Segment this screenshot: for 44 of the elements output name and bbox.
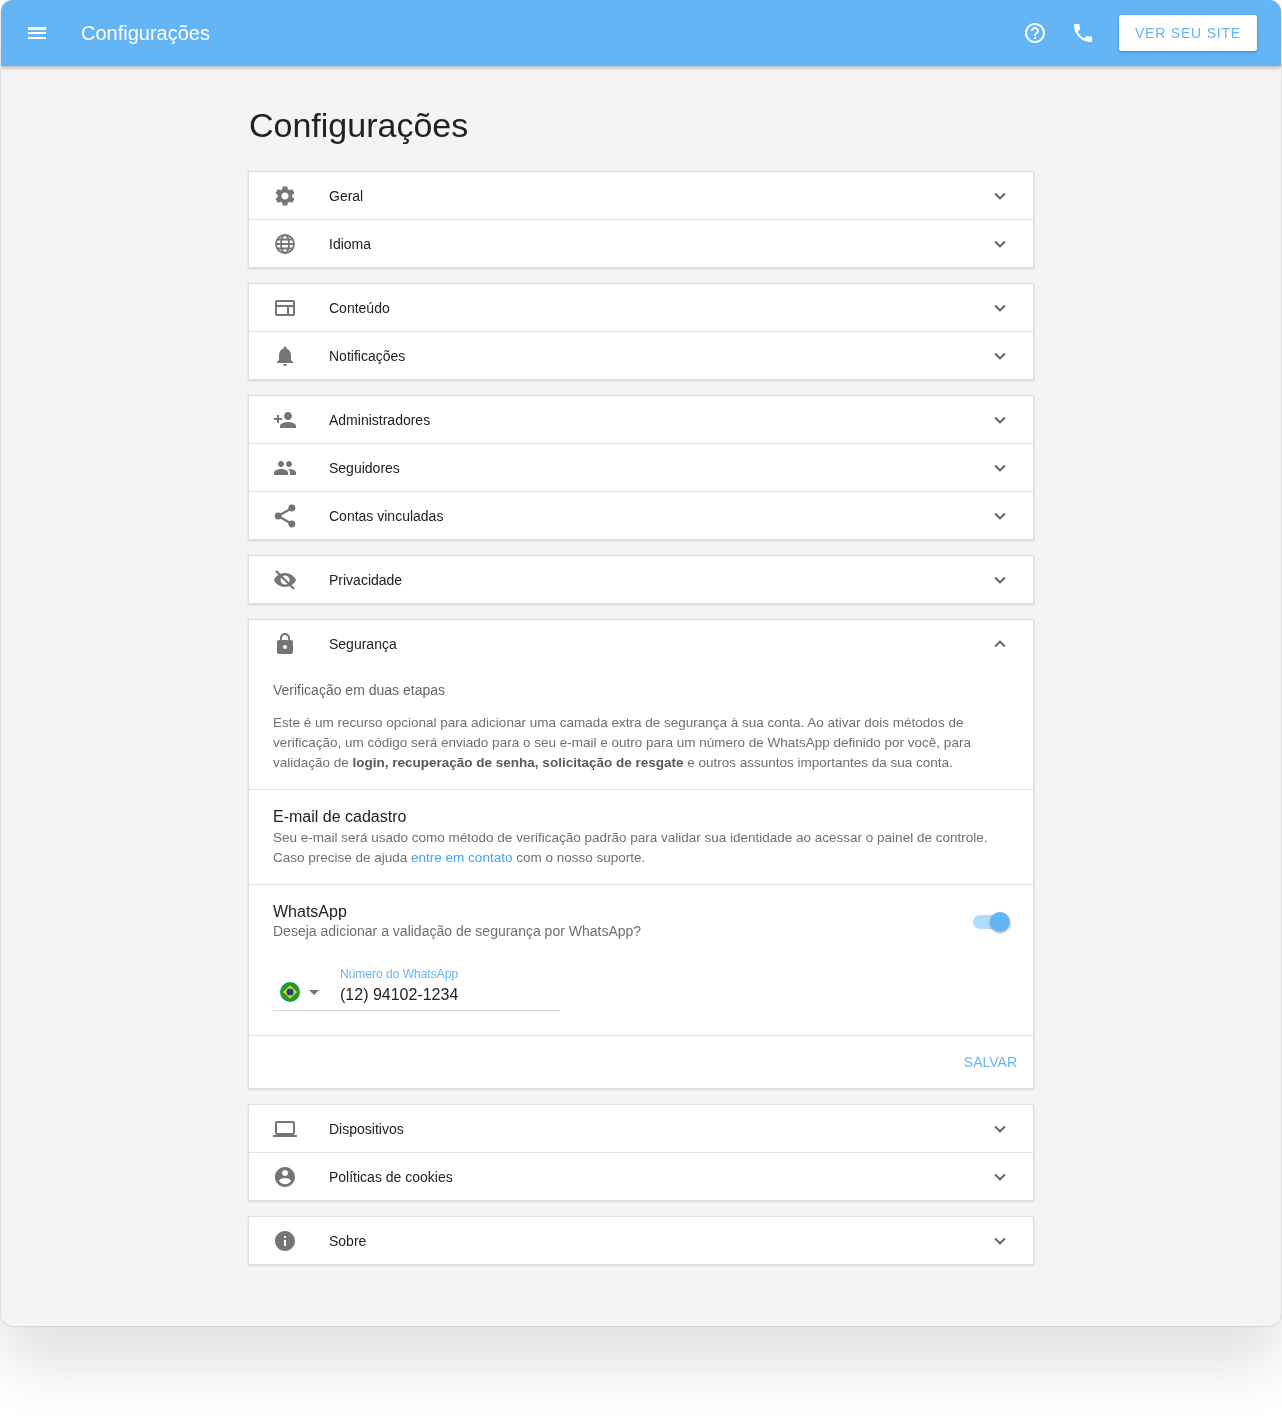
section-label: Contas vinculadas (329, 507, 445, 524)
section-label: Sobre (329, 1232, 368, 1249)
phone-input-field[interactable]: Número do WhatsApp (12) 94102-1234 (273, 967, 561, 1011)
section-label: Idioma (329, 235, 373, 252)
section-title: E-mail de cadastro (273, 807, 408, 826)
section-title: WhatsApp (273, 902, 348, 921)
accordion-header[interactable]: Seguidores (249, 444, 1033, 491)
eye-off-icon (273, 567, 297, 592)
app-title: Configurações (81, 21, 210, 45)
accordion-header[interactable]: Dispositivos (249, 1105, 1033, 1152)
accordion-header[interactable]: Privacidade (249, 556, 1033, 603)
accordion-header[interactable]: Conteúdo (249, 284, 1033, 331)
share-icon (273, 503, 297, 528)
toggle-switch[interactable] (973, 915, 1007, 929)
help-icon[interactable] (1022, 21, 1047, 45)
info-icon (273, 1228, 297, 1253)
accordion-header[interactable]: Segurança (249, 620, 1033, 667)
dropdown-caret-icon (309, 989, 319, 995)
section-label: Notificações (329, 347, 407, 364)
field-label: Número do WhatsApp (340, 967, 459, 981)
accordion-header[interactable]: Administradores (249, 396, 1033, 443)
accordion-header[interactable]: Geral (249, 172, 1033, 219)
description-text: Este é um recurso opcional para adicionar uma camada extra de segurança à sua conta. Ao ativar dois métodos de verificação, um código será enviado para o seu e-mail e outro para um número de WhatsApp definido por você, para validação de login, recuperação de senha, solicitação de resgate e outros assuntos importantes da sua conta. (273, 714, 972, 772)
accordion-header[interactable]: Idioma (249, 220, 1033, 267)
accordion-header[interactable]: Sobre (249, 1217, 1033, 1264)
section-label: Conteúdo (329, 299, 391, 316)
section-label: Políticas de cookies (329, 1168, 454, 1185)
accordion-header[interactable]: Políticas de cookies (249, 1153, 1033, 1200)
accordion-header[interactable]: Notificações (249, 332, 1033, 379)
section-label: Geral (329, 187, 365, 204)
phone-number: (12) 94102-1234 (340, 986, 459, 1004)
section-label: Administradores (329, 411, 432, 428)
section-label: Segurança (329, 635, 398, 652)
accordion-header[interactable]: Contas vinculadas (249, 492, 1033, 539)
description-text: Seu e-mail será usado como método de verificação padrão para validar sua identidade ao acessar o painel de controle. Caso precise de ajuda entre em contato com o nosso suporte. (273, 829, 989, 867)
settings-icon (273, 183, 297, 208)
section-label: Dispositivos (329, 1120, 405, 1137)
globe-icon (273, 231, 297, 256)
page-title: Configurações (249, 106, 470, 145)
section-subtitle: Verificação em duas etapas (273, 682, 446, 698)
flag-icon (280, 982, 300, 1002)
section-label: Privacidade (329, 571, 404, 588)
section-label: Seguidores (329, 459, 401, 476)
description-text: Deseja adicionar a validação de segurança por WhatsApp? (273, 923, 643, 939)
